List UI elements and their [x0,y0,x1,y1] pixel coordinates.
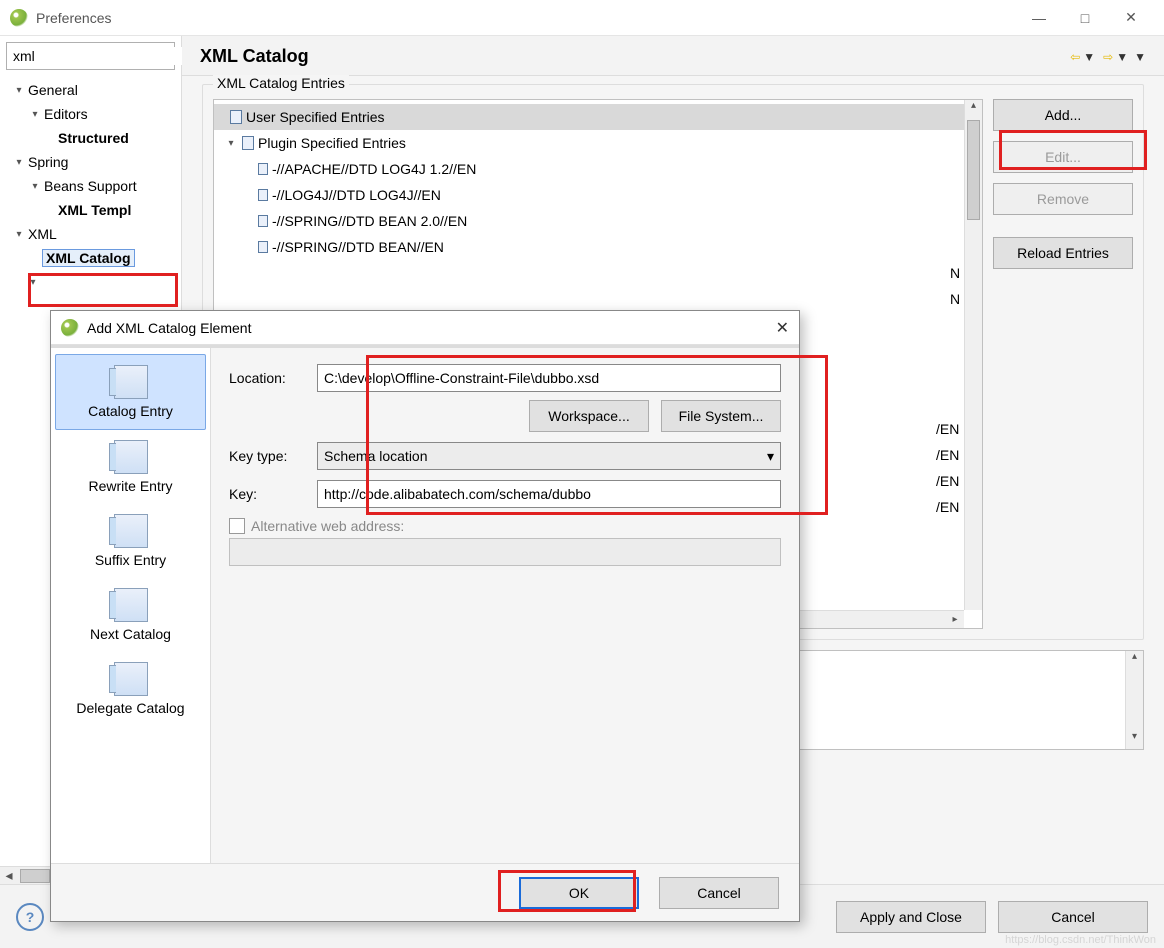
entry-item[interactable]: -//SPRING//DTD BEAN//EN [214,234,982,260]
dialog-cancel-button[interactable]: Cancel [659,877,779,909]
history-nav: ⇦▼ ⇨▼ ▼ [1070,50,1146,64]
key-input[interactable]: http://code.alibabatech.com/schema/dubbo [317,480,781,508]
doc-icon [258,189,268,201]
catalog-icon [114,662,148,696]
entry-item-peek: N [214,260,982,286]
filter-input[interactable] [11,47,196,65]
type-delegate-catalog[interactable]: Delegate Catalog [51,652,210,726]
reload-entries-button[interactable]: Reload Entries [993,237,1133,269]
forward-icon[interactable]: ⇨ [1103,50,1113,64]
entry-item[interactable]: -//SPRING//DTD BEAN 2.0//EN [214,208,982,234]
tree-item-beans[interactable]: ▾Beans Support [4,174,181,198]
dialog-type-sidebar: Catalog Entry Rewrite Entry Suffix Entry… [51,348,211,863]
folder-icon [242,136,254,150]
back-icon[interactable]: ⇦ [1070,50,1080,64]
type-rewrite-entry[interactable]: Rewrite Entry [51,430,210,504]
entry-item[interactable]: -//APACHE//DTD LOG4J 1.2//EN [214,156,982,182]
dialog-form: Location: C:\develop\Offline-Constraint-… [211,348,799,863]
entry-user-specified[interactable]: User Specified Entries [214,104,982,130]
tree-item-general[interactable]: ▾General [4,78,181,102]
folder-icon [230,110,242,124]
watermark: https://blog.csdn.net/ThinkWon [1005,934,1156,946]
entry-plugin-specified[interactable]: ▾Plugin Specified Entries [214,130,982,156]
dialog-close-button[interactable]: ✕ [776,318,789,338]
tree-item-spring[interactable]: ▾Spring [4,150,181,174]
eclipse-icon [10,9,28,27]
window-titlebar: Preferences — □ ✕ [0,0,1164,36]
location-input[interactable]: C:\develop\Offline-Constraint-File\dubbo… [317,364,781,392]
ok-button[interactable]: OK [519,877,639,909]
dialog-footer: OK Cancel [51,863,799,921]
tree-item-xml-catalog[interactable]: XML Catalog [4,246,181,270]
group-title: XML Catalog Entries [213,75,349,91]
content-header: XML Catalog ⇦▼ ⇨▼ ▼ [182,36,1164,76]
doc-icon [258,241,268,253]
alt-web-label: Alternative web address: [251,518,404,534]
type-catalog-entry[interactable]: Catalog Entry [55,354,206,430]
close-button[interactable]: ✕ [1108,3,1154,33]
doc-icon [258,215,268,227]
catalog-icon [114,588,148,622]
catalog-icon [114,514,148,548]
entry-item-peek: N [214,286,982,312]
dialog-title: Add XML Catalog Element [87,320,251,336]
page-title: XML Catalog [200,46,309,67]
tree-item-collapsed[interactable]: ▾ [4,270,181,294]
minimize-button[interactable]: — [1016,3,1062,33]
window-title: Preferences [36,10,111,26]
alt-web-input [229,538,781,566]
entries-vscroll[interactable]: ▴ [964,100,982,610]
alt-web-checkbox[interactable] [229,518,245,534]
add-xml-catalog-dialog: Add XML Catalog Element ✕ Catalog Entry … [50,310,800,922]
tree-item-xml[interactable]: ▾XML [4,222,181,246]
desc-vscroll[interactable]: ▴▾ [1125,651,1143,749]
tree-item-xmltempl[interactable]: XML Templ [4,198,181,222]
edit-button: Edit... [993,141,1133,173]
dialog-titlebar: Add XML Catalog Element ✕ [51,311,799,345]
catalog-icon [114,440,148,474]
filter-search-box[interactable]: ✕ [6,42,175,70]
maximize-button[interactable]: □ [1062,3,1108,33]
cancel-button[interactable]: Cancel [998,901,1148,933]
eclipse-icon [61,319,79,337]
apply-and-close-button[interactable]: Apply and Close [836,901,986,933]
entry-item[interactable]: -//LOG4J//DTD LOG4J//EN [214,182,982,208]
add-button[interactable]: Add... [993,99,1133,131]
tree-item-editors[interactable]: ▾Editors [4,102,181,126]
remove-button: Remove [993,183,1133,215]
type-suffix-entry[interactable]: Suffix Entry [51,504,210,578]
keytype-select[interactable]: Schema location▾ [317,442,781,470]
alt-web-row: Alternative web address: [229,518,781,534]
catalog-icon [114,365,148,399]
type-next-catalog[interactable]: Next Catalog [51,578,210,652]
chevron-down-icon: ▾ [767,448,774,465]
keytype-label: Key type: [229,448,307,464]
doc-icon [258,163,268,175]
location-label: Location: [229,370,307,386]
tree-item-structured[interactable]: Structured [4,126,181,150]
help-button[interactable]: ? [16,903,44,931]
workspace-button[interactable]: Workspace... [529,400,649,432]
key-label: Key: [229,486,307,502]
file-system-button[interactable]: File System... [661,400,781,432]
